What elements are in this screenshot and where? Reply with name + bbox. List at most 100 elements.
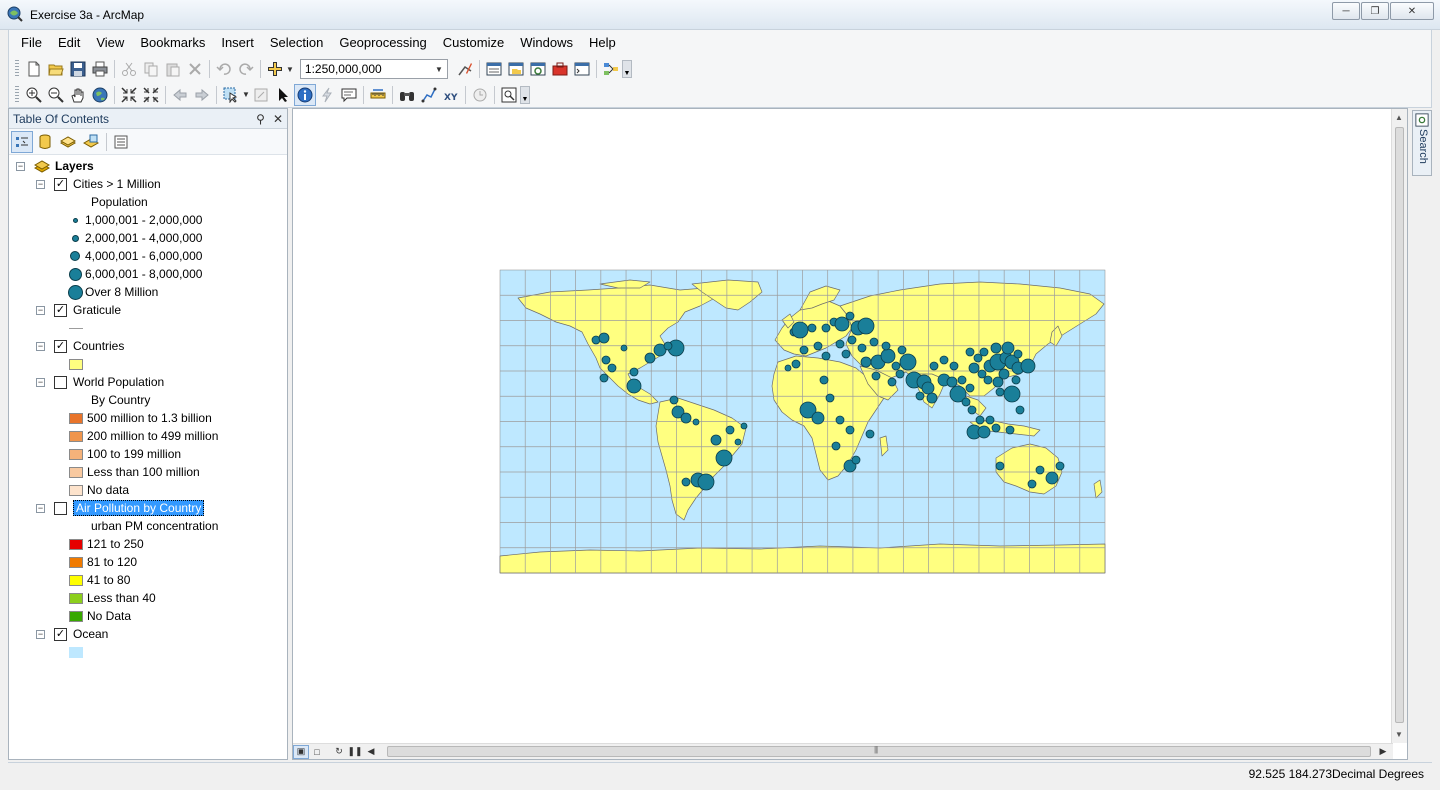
list-by-selection-button[interactable] — [80, 131, 102, 153]
map-vertical-scrollbar[interactable]: ▲ ▼ — [1391, 109, 1407, 743]
pan-button[interactable] — [67, 84, 89, 106]
city-point[interactable] — [734, 438, 742, 446]
select-elements-button[interactable] — [272, 84, 294, 106]
city-point[interactable] — [681, 477, 691, 487]
layer-visibility-checkbox[interactable]: ✓ — [54, 339, 67, 353]
toolbar-grip[interactable] — [15, 85, 19, 104]
copy-button[interactable] — [140, 58, 162, 80]
collapse-icon[interactable]: − — [16, 161, 25, 171]
world-map[interactable] — [293, 109, 1393, 743]
scroll-thumb[interactable] — [1395, 127, 1404, 723]
city-point[interactable] — [1013, 349, 1023, 359]
list-by-drawing-order-button[interactable] — [11, 130, 33, 153]
menu-selection[interactable]: Selection — [262, 32, 331, 54]
toolbar-overflow-button[interactable]: ▼ — [621, 60, 632, 78]
menu-geoprocessing[interactable]: Geoprocessing — [331, 32, 434, 54]
map-display[interactable]: ▲ ▼ ▣ □ ↻ ❚❚ ◀ ▶ — [292, 108, 1408, 760]
city-point[interactable] — [915, 391, 925, 401]
city-point[interactable] — [607, 363, 617, 373]
fixed-zoom-in-button[interactable] — [118, 84, 140, 106]
zoom-out-button[interactable] — [45, 84, 67, 106]
add-data-button[interactable] — [264, 58, 286, 80]
city-point[interactable] — [1011, 375, 1021, 385]
city-point[interactable] — [967, 405, 977, 415]
city-point[interactable] — [799, 345, 809, 355]
city-point[interactable] — [740, 422, 748, 430]
data-frame-row[interactable]: − Layers — [16, 157, 94, 175]
city-point[interactable] — [899, 353, 917, 371]
collapse-icon[interactable]: − — [36, 341, 45, 351]
city-point[interactable] — [857, 343, 867, 353]
city-point[interactable] — [598, 332, 610, 344]
close-icon[interactable]: ✕ — [273, 112, 283, 126]
html-popup-button[interactable] — [338, 84, 360, 106]
city-point[interactable] — [697, 473, 715, 491]
city-point[interactable] — [887, 377, 897, 387]
clear-selection-button[interactable] — [250, 84, 272, 106]
fixed-zoom-out-button[interactable] — [140, 84, 162, 106]
city-point[interactable] — [669, 395, 679, 405]
create-viewer-window-button[interactable] — [498, 84, 520, 106]
python-window-button[interactable] — [571, 58, 593, 80]
city-point[interactable] — [895, 369, 905, 379]
layer-row-air-pollution[interactable]: − Air Pollution by Country — [36, 499, 205, 517]
layer-row-ocean[interactable]: − ✓ Ocean — [36, 625, 108, 643]
time-slider-button[interactable] — [469, 84, 491, 106]
city-point[interactable] — [961, 397, 971, 407]
layer-visibility-checkbox[interactable]: ✓ — [54, 303, 67, 317]
new-button[interactable] — [23, 58, 45, 80]
city-point[interactable] — [599, 373, 609, 383]
city-point[interactable] — [975, 415, 985, 425]
menu-bookmarks[interactable]: Bookmarks — [132, 32, 213, 54]
data-view-button[interactable]: ▣ — [293, 744, 309, 759]
city-point[interactable] — [979, 347, 989, 357]
city-point[interactable] — [1027, 479, 1037, 489]
map-canvas[interactable] — [293, 109, 1393, 743]
horizontal-scroll-thumb[interactable] — [387, 745, 1371, 757]
city-point[interactable] — [791, 321, 809, 339]
city-point[interactable] — [1001, 341, 1015, 355]
list-by-source-button[interactable] — [34, 131, 56, 153]
menu-customize[interactable]: Customize — [435, 32, 512, 54]
layer-row-world-population[interactable]: − World Population — [36, 373, 164, 391]
city-point[interactable] — [831, 441, 841, 451]
city-point[interactable] — [725, 425, 735, 435]
city-point[interactable] — [784, 364, 792, 372]
scroll-up-icon[interactable]: ▲ — [1395, 113, 1403, 122]
city-point[interactable] — [921, 381, 935, 395]
city-point[interactable] — [807, 323, 817, 333]
city-point[interactable] — [865, 429, 875, 439]
menu-view[interactable]: View — [88, 32, 132, 54]
city-point[interactable] — [957, 375, 967, 385]
city-point[interactable] — [680, 412, 692, 424]
city-point[interactable] — [1045, 471, 1059, 485]
city-point[interactable] — [985, 415, 995, 425]
city-point[interactable] — [995, 461, 1005, 471]
city-point[interactable] — [891, 361, 901, 371]
layer-visibility-checkbox[interactable]: ✓ — [54, 177, 67, 191]
back-extent-button[interactable] — [169, 84, 191, 106]
cut-button[interactable] — [118, 58, 140, 80]
add-data-dropdown-icon[interactable]: ▼ — [286, 65, 294, 74]
city-point[interactable] — [825, 393, 835, 403]
city-point[interactable] — [835, 339, 845, 349]
city-point[interactable] — [851, 455, 861, 465]
paste-button[interactable] — [162, 58, 184, 80]
city-point[interactable] — [946, 376, 958, 388]
toc-options-button[interactable] — [110, 131, 132, 153]
city-point[interactable] — [939, 355, 949, 365]
city-point[interactable] — [1005, 425, 1015, 435]
select-dropdown-icon[interactable]: ▼ — [242, 90, 250, 99]
city-point[interactable] — [845, 425, 855, 435]
city-point[interactable] — [1003, 385, 1021, 403]
city-point[interactable] — [620, 344, 628, 352]
menu-windows[interactable]: Windows — [512, 32, 581, 54]
layer-row-countries[interactable]: − ✓ Countries — [36, 337, 124, 355]
city-point[interactable] — [1015, 405, 1025, 415]
layer-row-cities[interactable]: − ✓ Cities > 1 Million — [36, 175, 161, 193]
maximize-button[interactable]: ❐ — [1361, 2, 1389, 20]
city-point[interactable] — [965, 347, 975, 357]
city-point[interactable] — [926, 392, 938, 404]
select-features-button[interactable] — [220, 84, 242, 106]
city-point[interactable] — [819, 375, 829, 385]
